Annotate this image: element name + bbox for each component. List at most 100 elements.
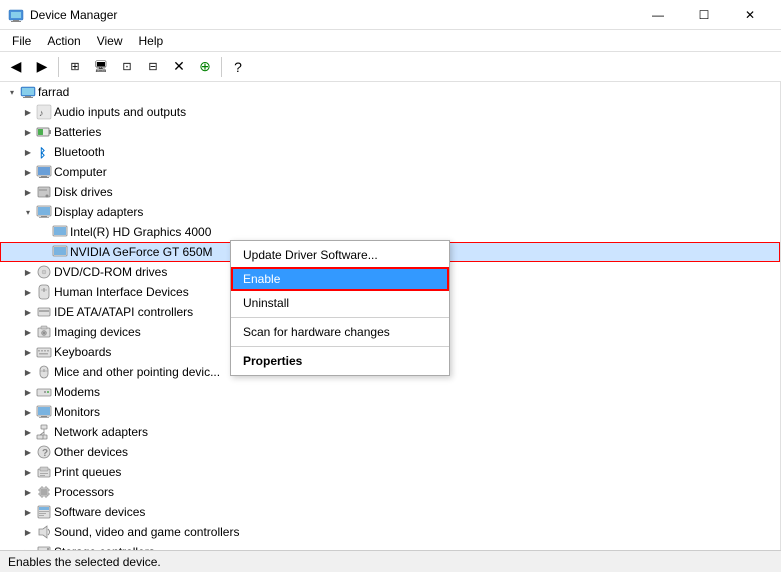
toolbar-disable[interactable]: ⊟: [141, 55, 165, 79]
tree-label-nvidia: NVIDIA GeForce GT 650M: [70, 245, 213, 259]
minimize-button[interactable]: —: [635, 0, 681, 30]
tree-icon-sound: [36, 524, 52, 540]
tree-item-computer[interactable]: ▶ Computer: [0, 162, 780, 182]
tree-icon-processors: [36, 484, 52, 500]
svg-text:ᛒ: ᛒ: [39, 146, 46, 160]
context-menu-scan[interactable]: Scan for hardware changes: [231, 320, 449, 344]
toolbar-uninstall[interactable]: ✕: [167, 55, 191, 79]
tree-label-modems: Modems: [54, 385, 100, 399]
tree-item-processors[interactable]: ▶ Processors: [0, 482, 780, 502]
expand-icon-other[interactable]: ▶: [20, 442, 36, 462]
expand-icon-ide[interactable]: ▶: [20, 302, 36, 322]
tree-item-audio[interactable]: ▶ ♪ Audio inputs and outputs: [0, 102, 780, 122]
tree-item-bluetooth[interactable]: ▶ ᛒ Bluetooth: [0, 142, 780, 162]
context-menu-enable[interactable]: Enable: [231, 267, 449, 291]
expand-icon-bluetooth[interactable]: ▶: [20, 142, 36, 162]
toolbar-update-driver[interactable]: 🖥: [89, 55, 113, 79]
expand-icon-displayadapters[interactable]: ▾: [20, 202, 36, 222]
toolbar-back[interactable]: ◀: [4, 55, 28, 79]
tree-label-intel: Intel(R) HD Graphics 4000: [70, 225, 211, 239]
context-menu-properties[interactable]: Properties: [231, 349, 449, 373]
expand-icon-printqueues[interactable]: ▶: [20, 462, 36, 482]
tree-item-intel[interactable]: ▶ Intel(R) HD Graphics 4000: [0, 222, 780, 242]
tree-icon-bluetooth: ᛒ: [36, 144, 52, 160]
tree-item-storage[interactable]: ▶ Storage controllers: [0, 542, 780, 550]
expand-icon-hid[interactable]: ▶: [20, 282, 36, 302]
tree-item-other[interactable]: ▶ ? Other devices: [0, 442, 780, 462]
tree-label-storage: Storage controllers: [54, 545, 155, 550]
tree-label-processors: Processors: [54, 485, 114, 499]
menu-help[interactable]: Help: [131, 32, 172, 50]
expand-icon-diskdrives[interactable]: ▶: [20, 182, 36, 202]
tree-item-batteries[interactable]: ▶ Batteries: [0, 122, 780, 142]
tree-item-displayadapters[interactable]: ▾ Display adapters: [0, 202, 780, 222]
tree-label-imaging: Imaging devices: [54, 325, 141, 339]
context-menu-separator-2: [231, 346, 449, 347]
maximize-button[interactable]: ☐: [681, 0, 727, 30]
svg-text:?: ?: [42, 448, 48, 459]
toolbar-forward[interactable]: ▶: [30, 55, 54, 79]
tree-item-root[interactable]: ▾ farrad: [0, 82, 780, 102]
tree-label-audio: Audio inputs and outputs: [54, 105, 186, 119]
tree-label-bluetooth: Bluetooth: [54, 145, 105, 159]
tree-icon-ide: [36, 304, 52, 320]
app-icon: [8, 7, 24, 23]
tree-icon-network: [36, 424, 52, 440]
expand-icon-computer[interactable]: ▶: [20, 162, 36, 182]
context-menu-uninstall[interactable]: Uninstall: [231, 291, 449, 315]
expand-icon-batteries[interactable]: ▶: [20, 122, 36, 142]
toolbar-scan[interactable]: ⊕: [193, 55, 217, 79]
expand-icon-root[interactable]: ▾: [4, 82, 20, 102]
tree-item-sound[interactable]: ▶ Sound, video and game controllers: [0, 522, 780, 542]
expand-icon-modems[interactable]: ▶: [20, 382, 36, 402]
expand-icon-storage[interactable]: ▶: [20, 542, 36, 550]
expand-icon-software[interactable]: ▶: [20, 502, 36, 522]
context-menu-update[interactable]: Update Driver Software...: [231, 243, 449, 267]
tree-panel[interactable]: ▾ farrad ▶ ♪ Audio inputs and outputs ▶ …: [0, 82, 781, 550]
expand-icon-audio[interactable]: ▶: [20, 102, 36, 122]
tree-icon-batteries: [36, 124, 52, 140]
tree-label-sound: Sound, video and game controllers: [54, 525, 239, 539]
tree-label-network: Network adapters: [54, 425, 148, 439]
tree-item-printqueues[interactable]: ▶ Print queues: [0, 462, 780, 482]
menu-view[interactable]: View: [89, 32, 131, 50]
tree-icon-dvd: [36, 264, 52, 280]
window-controls: — ☐ ✕: [635, 0, 773, 30]
tree-label-keyboards: Keyboards: [54, 345, 111, 359]
expand-icon-dvd[interactable]: ▶: [20, 262, 36, 282]
window-title: Device Manager: [30, 8, 117, 22]
expand-icon-sound[interactable]: ▶: [20, 522, 36, 542]
toolbar-help[interactable]: ?: [226, 55, 250, 79]
svg-text:♪: ♪: [39, 108, 44, 118]
menu-file[interactable]: File: [4, 32, 39, 50]
tree-item-modems[interactable]: ▶ Modems: [0, 382, 780, 402]
tree-label-root: farrad: [38, 85, 69, 99]
tree-icon-software: [36, 504, 52, 520]
context-menu-separator: [231, 317, 449, 318]
menu-action[interactable]: Action: [39, 32, 88, 50]
tree-item-network[interactable]: ▶ Network adapters: [0, 422, 780, 442]
expand-icon-network[interactable]: ▶: [20, 422, 36, 442]
tree-label-hid: Human Interface Devices: [54, 285, 189, 299]
tree-icon-modems: [36, 384, 52, 400]
tree-label-batteries: Batteries: [54, 125, 101, 139]
expand-icon-imaging[interactable]: ▶: [20, 322, 36, 342]
status-text: Enables the selected device.: [8, 555, 161, 569]
tree-icon-nvidia: [52, 244, 68, 260]
expand-icon-monitors[interactable]: ▶: [20, 402, 36, 422]
tree-icon-diskdrives: [36, 184, 52, 200]
menu-bar: File Action View Help: [0, 30, 781, 52]
tree-label-software: Software devices: [54, 505, 145, 519]
expand-icon-keyboards[interactable]: ▶: [20, 342, 36, 362]
close-button[interactable]: ✕: [727, 0, 773, 30]
toolbar-separator-1: [58, 57, 59, 77]
tree-item-diskdrives[interactable]: ▶ Disk drives: [0, 182, 780, 202]
tree-label-computer: Computer: [54, 165, 107, 179]
status-bar: Enables the selected device.: [0, 550, 781, 572]
expand-icon-processors[interactable]: ▶: [20, 482, 36, 502]
tree-item-monitors[interactable]: ▶ Monitors: [0, 402, 780, 422]
tree-item-software[interactable]: ▶ Software devices: [0, 502, 780, 522]
toolbar-enable[interactable]: ⊡: [115, 55, 139, 79]
expand-icon-mice[interactable]: ▶: [20, 362, 36, 382]
toolbar-properties[interactable]: ⊞: [63, 55, 87, 79]
